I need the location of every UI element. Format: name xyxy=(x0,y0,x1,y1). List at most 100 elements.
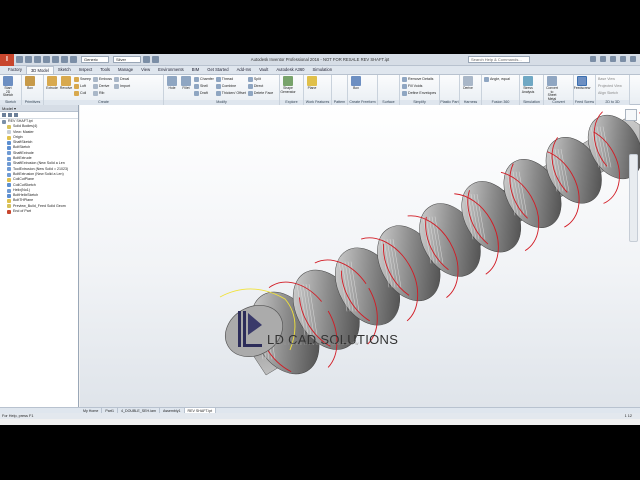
redo-icon[interactable] xyxy=(52,56,59,63)
chamfer-button[interactable]: Chamfer xyxy=(194,76,214,82)
watermark-subtitle: ENGINEERING TOMORROW xyxy=(275,342,361,346)
appearance-dropdown[interactable]: Generic xyxy=(81,56,109,63)
feature-icon xyxy=(7,162,11,167)
sign-in-icon[interactable] xyxy=(590,56,596,62)
feature-icon xyxy=(7,156,11,161)
extrude-icon xyxy=(47,76,57,86)
delete-face-button[interactable]: Delete Face xyxy=(247,90,273,96)
tab-9[interactable]: Get Started xyxy=(203,66,232,74)
tab-8[interactable]: BIM xyxy=(188,66,203,74)
panel-convert: Convert to Sheet Metal Convert xyxy=(544,75,574,105)
help-search-input[interactable]: Search Help & Commands... xyxy=(468,56,530,63)
feature-icon xyxy=(7,199,11,204)
shell-button[interactable]: Shell xyxy=(194,83,214,89)
filter-icon[interactable] xyxy=(2,113,6,117)
panel-sketch: Start 2D Sketch Sketch xyxy=(0,75,22,105)
adjust-icon[interactable] xyxy=(143,56,150,63)
browser-header[interactable]: Model ▾ xyxy=(0,105,78,112)
direct-button[interactable]: Direct xyxy=(247,83,273,89)
emboss-icon xyxy=(93,76,98,82)
save-icon[interactable] xyxy=(34,56,41,63)
navigation-bar[interactable] xyxy=(629,154,638,242)
fill-voids-button[interactable]: Fill Voids xyxy=(402,83,436,89)
feature-icon xyxy=(7,140,11,145)
thread-button[interactable]: Thread xyxy=(215,76,246,82)
tab-1[interactable]: 3D Model xyxy=(25,66,54,74)
feature-icon xyxy=(2,119,6,124)
tab-0[interactable]: Factory xyxy=(4,66,26,74)
freeform-box-icon xyxy=(351,76,361,86)
graphics-viewport[interactable] xyxy=(80,104,640,407)
split-button[interactable]: Split xyxy=(247,76,273,82)
feature-icon xyxy=(7,183,11,188)
thread-icon xyxy=(215,76,221,82)
help-icon[interactable] xyxy=(600,56,606,62)
tab-12[interactable]: Autodesk A360 xyxy=(272,66,308,74)
tab-10[interactable]: Add-Ins xyxy=(233,66,255,74)
viewcube[interactable] xyxy=(625,109,637,121)
panel-pattern: Pattern xyxy=(332,75,348,105)
maximize-icon[interactable] xyxy=(620,56,626,62)
panel-plastic-part: Plastic Part xyxy=(440,75,460,105)
ribbon-tabs: Factory 3D Model Sketch Inspect Tools Manage V… xyxy=(0,66,640,75)
sweep-button[interactable]: Sweep xyxy=(74,76,91,82)
rib-button[interactable]: Rib xyxy=(93,90,112,96)
inventor-logo[interactable]: I xyxy=(0,54,14,66)
minimize-icon[interactable] xyxy=(610,56,616,62)
loft-button[interactable]: Loft xyxy=(74,83,91,89)
menu-icon[interactable] xyxy=(14,113,18,117)
remove-details-button[interactable]: Remove Details xyxy=(402,76,436,82)
thicken-offset-button[interactable]: Thicken/ Offset xyxy=(215,90,246,96)
shape-generator-icon xyxy=(283,76,293,86)
undo-icon[interactable] xyxy=(43,56,50,63)
derive-button[interactable]: Derive xyxy=(93,83,112,89)
feature-icon xyxy=(7,188,11,193)
parameters-icon[interactable] xyxy=(152,56,159,63)
sheet-metal-icon xyxy=(547,76,557,86)
tab-11[interactable]: Vault xyxy=(255,66,272,74)
stress-analysis-icon xyxy=(523,76,533,86)
combine-icon xyxy=(215,83,221,89)
direct-icon xyxy=(247,83,253,89)
define-envelopes-button[interactable]: Define Envelopes xyxy=(402,90,436,96)
fill-voids-icon xyxy=(402,83,407,89)
panel-harness: Derive Harness xyxy=(460,75,482,105)
tab-3[interactable]: Inspect xyxy=(75,66,97,74)
feature-icon xyxy=(7,124,11,129)
tab-2[interactable]: Sketch xyxy=(54,66,75,74)
tab-5[interactable]: Manage xyxy=(114,66,137,74)
tab-4[interactable]: Tools xyxy=(96,66,114,74)
panel-2d-to-3d: Base View Projected View Align Sketch 2D… xyxy=(596,75,630,105)
tab-7[interactable]: Environments xyxy=(154,66,188,74)
material-dropdown[interactable]: Silver xyxy=(113,56,141,63)
tab-13[interactable]: Simulation xyxy=(308,66,336,74)
import-button[interactable]: Import xyxy=(113,83,130,89)
combine-button[interactable]: Combine xyxy=(215,83,246,89)
draft-button[interactable]: Draft xyxy=(194,90,214,96)
base-view-button[interactable]: Base View xyxy=(598,76,622,82)
coil-button[interactable]: Coil xyxy=(74,90,91,96)
close-icon[interactable] xyxy=(630,56,636,62)
plane-icon xyxy=(307,76,317,86)
open-file-icon[interactable] xyxy=(25,56,32,63)
panel-modify: Hole Fillet Chamfer Shell Draft Thread C… xyxy=(164,75,280,105)
tab-6[interactable]: View xyxy=(137,66,154,74)
decal-button[interactable]: Decal xyxy=(113,76,130,82)
loft-icon xyxy=(74,83,79,89)
panel-freeform: Box Create Freeform xyxy=(348,75,378,105)
feature-icon xyxy=(7,167,11,172)
box-icon xyxy=(25,76,35,86)
feed-screw-model xyxy=(219,104,640,377)
derive-icon xyxy=(463,76,473,86)
emboss-button[interactable]: Emboss xyxy=(93,76,112,82)
browser-node[interactable]: End of Part xyxy=(0,209,78,214)
align-sketch-button[interactable]: Align Sketch xyxy=(598,90,622,96)
shell-icon xyxy=(194,83,199,89)
home-icon[interactable] xyxy=(61,56,68,63)
angle-equal-dropdown[interactable]: Angle, equal xyxy=(484,76,510,82)
update-icon[interactable] xyxy=(70,56,77,63)
search-icon[interactable] xyxy=(8,113,12,117)
projected-view-button[interactable]: Projected View xyxy=(598,83,622,89)
browser-node-label: End of Part xyxy=(13,209,31,214)
new-file-icon[interactable] xyxy=(16,56,23,63)
